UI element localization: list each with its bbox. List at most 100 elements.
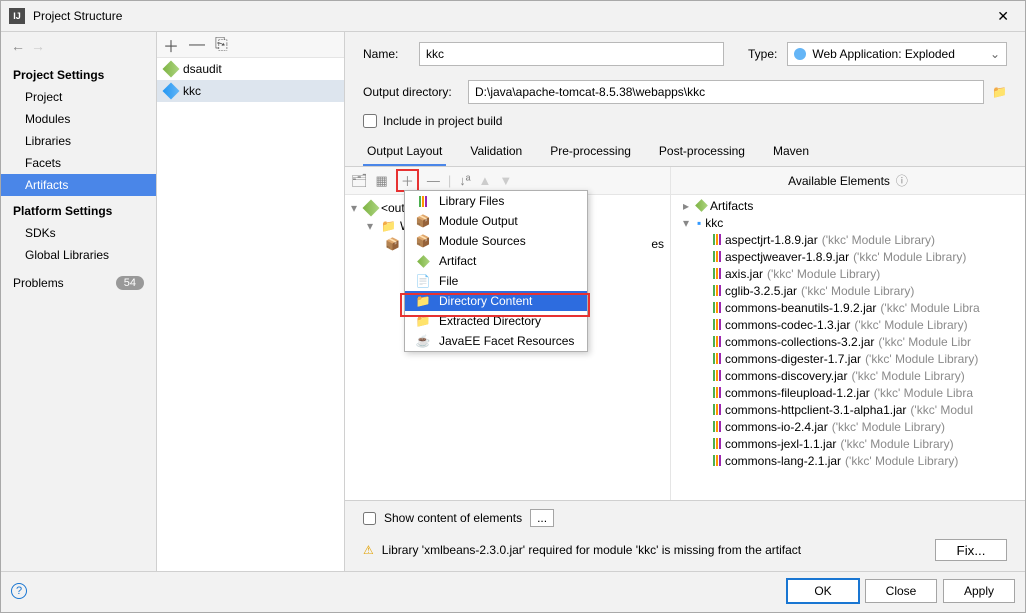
- avail-lib-axis.jar[interactable]: axis.jar ('kkc' Module Library): [671, 265, 1025, 282]
- type-value: Web Application: Exploded: [812, 47, 955, 61]
- sidebar-item-artifacts[interactable]: Artifacts: [1, 174, 156, 196]
- artifact-icon: [363, 200, 380, 217]
- tab-maven[interactable]: Maven: [769, 138, 813, 166]
- artifacts-column: ＋ — ⎘ dsauditkkc: [157, 32, 345, 571]
- tab-post-processing[interactable]: Post-processing: [655, 138, 749, 166]
- avail-lib-aspectjweaver-1.8.9.jar[interactable]: aspectjweaver-1.8.9.jar ('kkc' Module Li…: [671, 248, 1025, 265]
- forward-icon[interactable]: →: [31, 38, 45, 54]
- avail-lib-cglib-3.2.5.jar[interactable]: cglib-3.2.5.jar ('kkc' Module Library): [671, 282, 1025, 299]
- section-platform-settings: Platform Settings: [1, 196, 156, 222]
- library-icon: [713, 387, 721, 398]
- type-label: Type:: [748, 47, 777, 61]
- avail-lib-commons-discovery.jar[interactable]: commons-discovery.jar ('kkc' Module Libr…: [671, 367, 1025, 384]
- available-elements-panel: Available Elements ⓘ ▸Artifacts▾▪kkcaspe…: [671, 167, 1025, 500]
- close-icon[interactable]: ✕: [989, 8, 1017, 25]
- avail-module-kkc[interactable]: ▾▪kkc: [671, 214, 1025, 231]
- titlebar: IJ Project Structure ✕: [1, 1, 1025, 31]
- sidebar-item-facets[interactable]: Facets: [1, 152, 156, 174]
- avail-lib-aspectjrt-1.8.9.jar[interactable]: aspectjrt-1.8.9.jar ('kkc' Module Librar…: [671, 231, 1025, 248]
- artifact-icon: [163, 61, 180, 78]
- file-icon: 📄: [415, 274, 431, 288]
- layout-remove-button[interactable]: —: [427, 173, 440, 188]
- avail-lib-commons-beanutils-1.9.2.jar[interactable]: commons-beanutils-1.9.2.jar ('kkc' Modul…: [671, 299, 1025, 316]
- layout-grid-icon[interactable]: ▦: [376, 173, 388, 189]
- avail-lib-commons-lang-2.1.jar[interactable]: commons-lang-2.1.jar ('kkc' Module Libra…: [671, 452, 1025, 469]
- apply-button[interactable]: Apply: [943, 579, 1015, 603]
- problems-label: Problems: [13, 276, 64, 290]
- avail-artifacts[interactable]: ▸Artifacts: [671, 197, 1025, 214]
- browse-folder-icon[interactable]: 📁: [992, 85, 1007, 99]
- back-icon[interactable]: ←: [11, 38, 25, 54]
- sidebar-item-libraries[interactable]: Libraries: [1, 130, 156, 152]
- avail-lib-commons-fileupload-1.2.jar[interactable]: commons-fileupload-1.2.jar ('kkc' Module…: [671, 384, 1025, 401]
- module-icon: ▪: [697, 216, 701, 230]
- library-icon: [713, 370, 721, 381]
- help-button[interactable]: ?: [11, 583, 27, 599]
- library-icon: [713, 285, 721, 296]
- tab-pre-processing[interactable]: Pre-processing: [546, 138, 635, 166]
- dropdown-item-directory-content[interactable]: 📁Directory Content: [405, 291, 587, 311]
- include-in-build-checkbox[interactable]: [363, 114, 377, 128]
- jee-icon: ☕: [415, 334, 431, 348]
- warning-text: Library 'xmlbeans-2.3.0.jar' required fo…: [382, 543, 801, 557]
- show-content-checkbox[interactable]: [363, 512, 376, 525]
- layout-up-button[interactable]: ▲: [479, 173, 492, 188]
- library-icon: [713, 404, 721, 415]
- add-artifact-button[interactable]: ＋: [163, 33, 179, 57]
- tab-output-layout[interactable]: Output Layout: [363, 138, 446, 166]
- artifact-item-kkc[interactable]: kkc: [157, 80, 344, 102]
- ok-button[interactable]: OK: [787, 579, 859, 603]
- artifact-icon: [695, 199, 708, 212]
- sidebar-item-project[interactable]: Project: [1, 86, 156, 108]
- available-elements-tree[interactable]: ▸Artifacts▾▪kkcaspectjrt-1.8.9.jar ('kkc…: [671, 195, 1025, 500]
- dropdown-item-artifact[interactable]: Artifact: [405, 251, 587, 271]
- sidebar-item-global-libraries[interactable]: Global Libraries: [1, 244, 156, 266]
- show-content-options-button[interactable]: ...: [530, 509, 554, 527]
- avail-lib-commons-io-2.4.jar[interactable]: commons-io-2.4.jar ('kkc' Module Library…: [671, 418, 1025, 435]
- sidebar-item-sdks[interactable]: SDKs: [1, 222, 156, 244]
- show-content-label: Show content of elements: [384, 511, 522, 525]
- layout-folder-icon[interactable]: 🗂: [351, 173, 368, 189]
- close-button[interactable]: Close: [865, 579, 937, 603]
- dropdown-item-extracted-directory[interactable]: 📁Extracted Directory: [405, 311, 587, 331]
- dropdown-item-module-sources[interactable]: 📦Module Sources: [405, 231, 587, 251]
- footer: ? OK Close Apply: [1, 571, 1025, 609]
- mod-icon: 📦: [415, 214, 431, 228]
- fix-button[interactable]: Fix...: [935, 539, 1007, 561]
- avail-lib-commons-httpclient-3.1-alpha1.jar[interactable]: commons-httpclient-3.1-alpha1.jar ('kkc'…: [671, 401, 1025, 418]
- available-elements-label: Available Elements: [788, 174, 890, 188]
- layout-sort-button[interactable]: ↓ª: [459, 173, 470, 188]
- mod-icon: 📦: [415, 234, 431, 248]
- dropdown-item-file[interactable]: 📄File: [405, 271, 587, 291]
- avail-lib-commons-codec-1.3.jar[interactable]: commons-codec-1.3.jar ('kkc' Module Libr…: [671, 316, 1025, 333]
- sidebar-item-modules[interactable]: Modules: [1, 108, 156, 130]
- library-icon: [713, 251, 721, 262]
- dropdown-item-module-output[interactable]: 📦Module Output: [405, 211, 587, 231]
- name-input[interactable]: [419, 42, 724, 66]
- help-icon[interactable]: ⓘ: [896, 172, 908, 189]
- divider: |: [448, 173, 451, 188]
- avail-lib-commons-jexl-1.1.jar[interactable]: commons-jexl-1.1.jar ('kkc' Module Libra…: [671, 435, 1025, 452]
- folder-icon: 📁: [415, 294, 431, 308]
- dropdown-item-javaee-facet-resources[interactable]: ☕JavaEE Facet Resources: [405, 331, 587, 351]
- diamond-icon: [415, 257, 431, 266]
- library-icon: [713, 302, 721, 313]
- remove-artifact-button[interactable]: —: [189, 36, 205, 54]
- artifact-item-dsaudit[interactable]: dsaudit: [157, 58, 344, 80]
- library-icon: [713, 336, 721, 347]
- sidebar-item-problems[interactable]: Problems 54: [1, 266, 156, 300]
- sidebar: ← → Project Settings Project Modules Lib…: [1, 32, 157, 571]
- include-in-build-label: Include in project build: [383, 114, 502, 128]
- dropdown-item-library-files[interactable]: Library Files: [405, 191, 587, 211]
- problems-badge: 54: [116, 276, 144, 290]
- tab-validation[interactable]: Validation: [466, 138, 526, 166]
- layout-add-button[interactable]: ＋: [396, 169, 419, 192]
- library-icon: [713, 234, 721, 245]
- type-select[interactable]: Web Application: Exploded ⌄: [787, 42, 1007, 66]
- avail-lib-commons-digester-1.7.jar[interactable]: commons-digester-1.7.jar ('kkc' Module L…: [671, 350, 1025, 367]
- avail-lib-commons-collections-3.2.jar[interactable]: commons-collections-3.2.jar ('kkc' Modul…: [671, 333, 1025, 350]
- layout-down-button[interactable]: ▼: [499, 173, 512, 188]
- copy-artifact-button[interactable]: ⎘: [215, 36, 228, 54]
- web-icon: [794, 48, 806, 60]
- output-dir-input[interactable]: [468, 80, 984, 104]
